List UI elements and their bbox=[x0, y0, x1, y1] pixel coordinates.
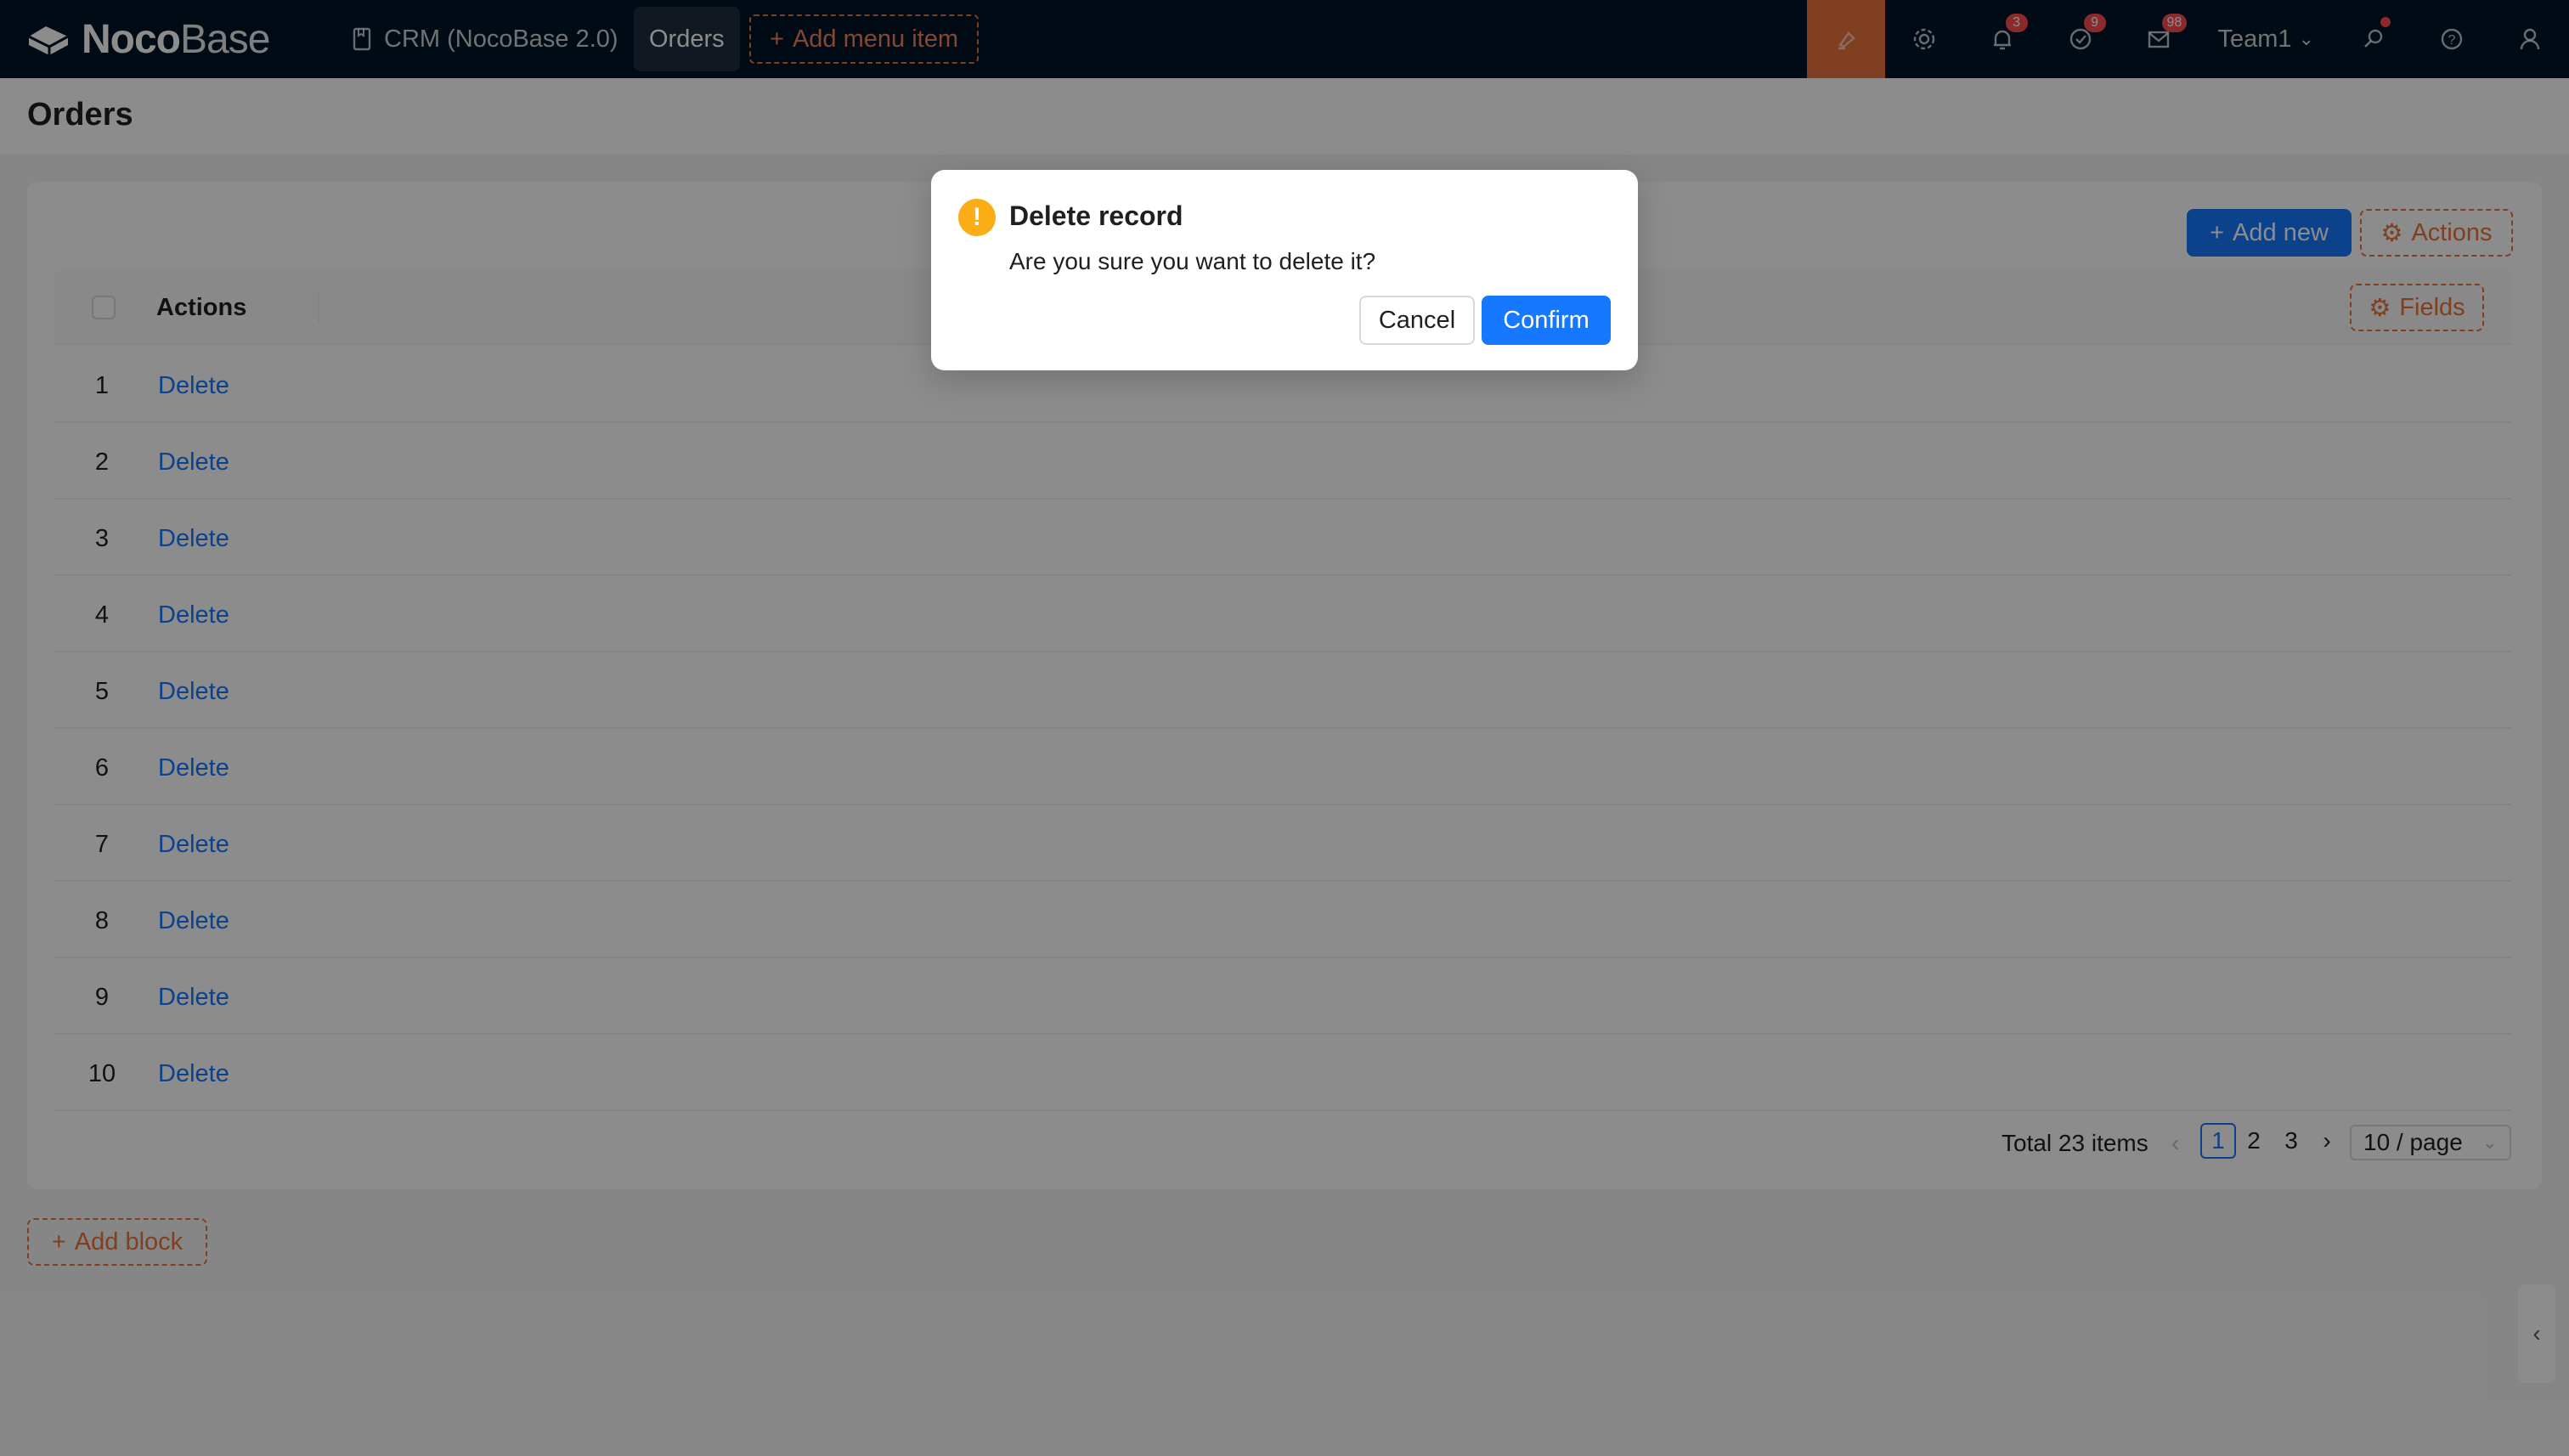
delete-confirm-dialog: ! Delete record Are you sure you want to… bbox=[931, 170, 1638, 370]
cancel-button[interactable]: Cancel bbox=[1359, 296, 1475, 345]
dialog-message: Are you sure you want to delete it? bbox=[1009, 248, 1376, 274]
confirm-button[interactable]: Confirm bbox=[1482, 296, 1611, 345]
exclamation-circle-icon: ! bbox=[958, 199, 996, 236]
dialog-title: Delete record bbox=[1009, 200, 1183, 231]
